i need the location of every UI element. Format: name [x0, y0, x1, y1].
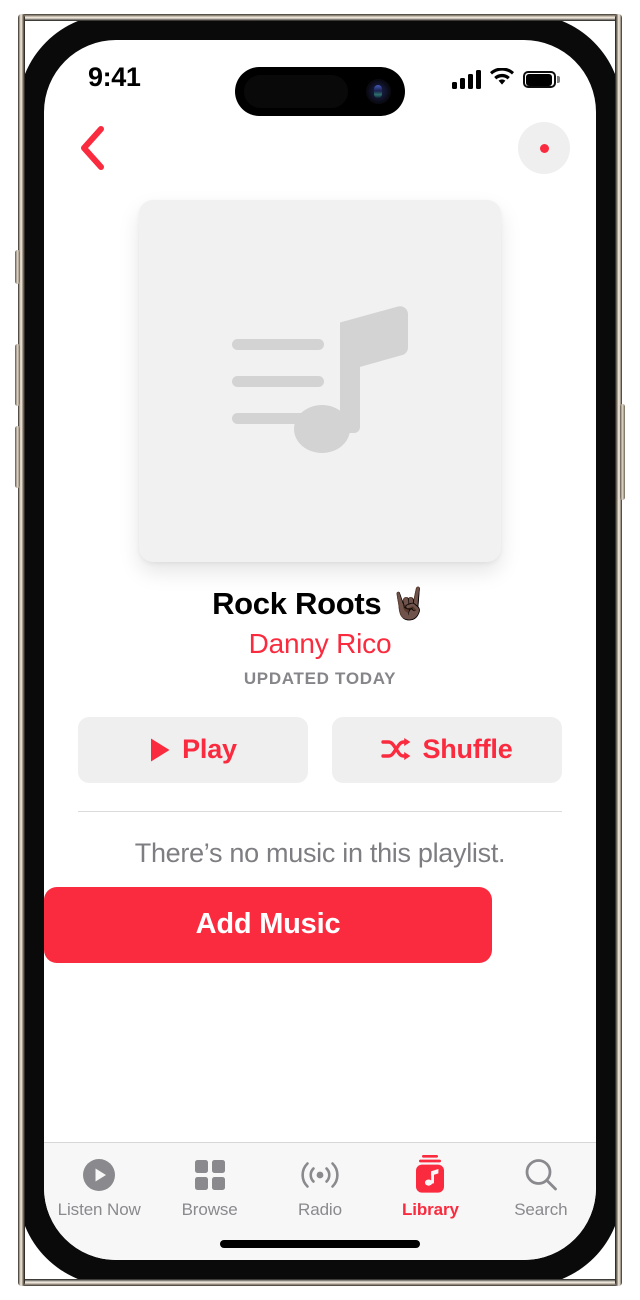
shuffle-arrows-icon	[381, 737, 411, 763]
playback-actions: Play Shuffle	[78, 716, 562, 783]
page-title: Rock Roots 🤘🏿	[212, 586, 428, 621]
tab-label-browse: Browse	[181, 1200, 238, 1219]
volume-up-button[interactable]	[15, 344, 20, 406]
broadcast-waves-icon	[298, 1155, 342, 1195]
cellular-bars-icon	[452, 70, 481, 89]
playlist-artwork[interactable]	[139, 200, 501, 562]
add-music-button[interactable]: Add Music	[44, 886, 492, 963]
volume-down-button[interactable]	[15, 426, 20, 488]
silent-switch-button[interactable]	[15, 250, 20, 284]
tab-label-radio: Radio	[298, 1200, 342, 1219]
navigation-bar	[44, 112, 596, 184]
wifi-icon	[490, 67, 514, 91]
phone-screen: 9:41 Rock Roots 🤘🏿 Danny Rico UPDATED TO…	[44, 40, 596, 1260]
music-note-playlist-icon	[232, 297, 408, 465]
magnifier-icon	[522, 1155, 560, 1195]
chevron-left-icon	[79, 126, 105, 170]
tab-label-library: Library	[401, 1200, 459, 1219]
tab-browse[interactable]: Browse	[154, 1155, 264, 1220]
empty-state-message: There’s no music in this playlist.	[134, 837, 506, 868]
playlist-artist[interactable]: Danny Rico	[44, 628, 596, 660]
tab-search[interactable]: Search	[486, 1155, 596, 1220]
tab-listen-now[interactable]: Listen Now	[44, 1155, 154, 1220]
play-button-label: Play	[182, 734, 237, 765]
more-options-button[interactable]	[518, 122, 570, 174]
playlist-artwork-container	[139, 200, 501, 562]
dynamic-island-pill	[244, 75, 348, 108]
tab-radio[interactable]: Radio	[265, 1155, 375, 1220]
library-music-icon	[412, 1155, 448, 1195]
status-bar-indicators	[452, 67, 560, 91]
shuffle-button[interactable]: Shuffle	[332, 716, 562, 783]
dynamic-island	[235, 67, 405, 116]
playlist-updated-meta: UPDATED TODAY	[243, 668, 397, 688]
home-indicator[interactable]	[220, 1240, 420, 1248]
power-button[interactable]	[620, 404, 625, 500]
tab-label-listen-now: Listen Now	[57, 1200, 141, 1219]
playlist-detail-content: Rock Roots 🤘🏿 Danny Rico UPDATED TODAY P…	[44, 184, 596, 1142]
frame-edge-bottom	[18, 1279, 622, 1286]
shuffle-button-label: Shuffle	[422, 734, 513, 765]
grid-squares-icon	[192, 1155, 228, 1195]
play-button[interactable]: Play	[78, 716, 308, 783]
more-ellipsis-icon	[539, 143, 549, 153]
tab-library[interactable]: Library	[375, 1155, 485, 1220]
back-button[interactable]	[62, 118, 122, 178]
frame-edge-right	[615, 14, 622, 1286]
battery-icon	[523, 71, 560, 88]
tab-label-search: Search	[514, 1200, 568, 1219]
front-camera-icon	[366, 79, 391, 104]
play-circle-icon	[80, 1155, 118, 1195]
device-frame: 9:41 Rock Roots 🤘🏿 Danny Rico UPDATED TO…	[15, 14, 625, 1286]
play-triangle-icon	[149, 737, 171, 763]
frame-edge-top	[18, 14, 622, 21]
frame-edge-left	[18, 14, 25, 1286]
status-bar-time: 9:41	[88, 62, 141, 92]
section-divider	[78, 810, 562, 812]
